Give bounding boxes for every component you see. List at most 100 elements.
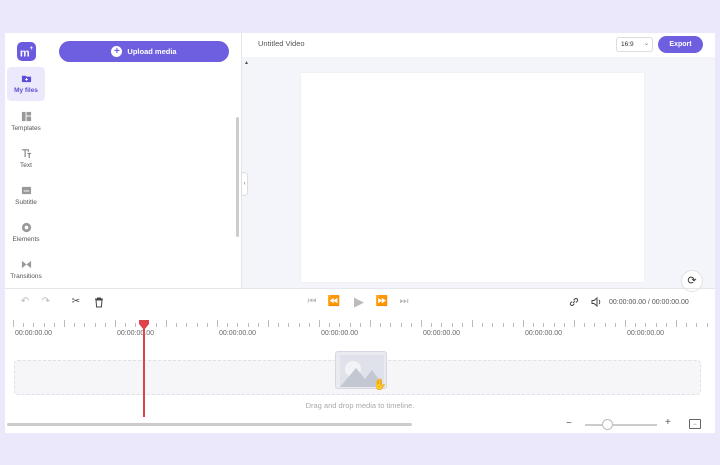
undo-icon[interactable]: ↶ <box>17 294 33 310</box>
ruler-tick <box>135 323 137 327</box>
video-title[interactable]: Untitled Video <box>258 39 305 48</box>
timeline-ruler[interactable] <box>13 320 713 328</box>
video-canvas[interactable] <box>301 73 644 282</box>
time-label: 00:00:00.00 <box>321 330 358 337</box>
export-button[interactable]: Export <box>658 36 703 53</box>
elements-icon <box>21 222 31 233</box>
ruler-tick <box>84 323 86 327</box>
rail-item-text[interactable]: Text <box>7 142 45 176</box>
grab-hand-icon: ✋ <box>373 379 387 391</box>
volume-icon[interactable] <box>588 294 604 310</box>
ruler-tick <box>584 323 586 327</box>
ruler-tick <box>676 320 677 327</box>
ruler-tick <box>33 323 35 327</box>
skip-start-icon[interactable]: ⏮ <box>304 294 320 310</box>
ruler-tick <box>370 320 371 327</box>
ruler-tick <box>390 323 392 327</box>
link-icon[interactable] <box>566 294 582 310</box>
ruler-tick <box>400 323 402 327</box>
app-logo[interactable]: m+ <box>17 42 36 61</box>
time-label: 00:00:00.00 <box>423 330 460 337</box>
ruler-tick <box>492 323 494 327</box>
ruler-tick <box>23 323 25 327</box>
ruler-tick <box>74 323 76 327</box>
zoom-out-button[interactable]: − <box>566 418 572 429</box>
rail-item-label: My files <box>14 87 38 94</box>
fit-timeline-icon[interactable]: ↔ <box>689 419 701 429</box>
ruler-tick <box>227 323 229 327</box>
collapse-panel-handle[interactable]: ‹ <box>241 172 248 196</box>
scissors-icon[interactable]: ✂ <box>68 294 84 310</box>
ruler-tick <box>206 323 208 327</box>
ruler-tick <box>53 323 55 327</box>
upload-media-button[interactable]: + Upload media <box>59 41 229 62</box>
ruler-tick <box>115 320 116 327</box>
zoom-in-button[interactable]: + <box>665 417 671 428</box>
text-icon <box>21 149 31 159</box>
ruler-tick <box>441 323 443 327</box>
ruler-tick <box>43 323 45 327</box>
ruler-tick <box>645 323 647 327</box>
rail-item-templates[interactable]: Templates <box>7 105 45 139</box>
ruler-tick <box>278 323 280 327</box>
aspect-ratio-select[interactable]: 16:9 ⌄ <box>616 37 653 52</box>
timeline-scrollbar[interactable] <box>7 423 412 426</box>
rewind-icon[interactable]: ⏪ <box>326 294 342 310</box>
ruler-tick <box>217 320 218 327</box>
ruler-tick <box>339 323 341 327</box>
media-panel: + Upload media <box>50 33 242 288</box>
ruler-tick <box>13 320 14 327</box>
rail-item-transitions[interactable]: Transitions <box>7 253 45 287</box>
aspect-ratio-value: 16:9 <box>621 41 634 48</box>
ruler-tick <box>298 323 300 327</box>
fast-forward-icon[interactable]: ⏩ <box>374 294 390 310</box>
templates-icon <box>21 111 31 122</box>
rail-item-label: Templates <box>11 125 41 132</box>
ruler-tick <box>696 323 698 327</box>
ruler-tick <box>410 323 412 327</box>
rail-item-label: Subtitle <box>15 199 37 206</box>
ruler-tick <box>257 323 259 327</box>
chevron-down-icon: ⌄ <box>643 41 649 47</box>
drop-hint: Drag and drop media to timeline. <box>305 401 415 410</box>
time-readout: 00:00:00.00 / 00:00:00.00 <box>609 299 689 306</box>
rail-item-label: Text <box>20 162 32 169</box>
pin-icon: ▴ <box>245 60 249 66</box>
rail-item-subtitle[interactable]: Subtitle <box>7 179 45 213</box>
editor-app: m+ My files Templates Text Subtitle Elem… <box>5 33 715 433</box>
panel-scrollbar[interactable] <box>236 117 239 237</box>
subtitle-icon <box>21 186 31 195</box>
ruler-tick <box>655 323 657 327</box>
ruler-tick <box>359 323 361 327</box>
ruler-tick <box>706 323 708 327</box>
time-label: 00:00:00.00 <box>219 330 256 337</box>
ruler-tick <box>574 320 575 327</box>
play-icon[interactable]: ▶ <box>351 294 367 310</box>
playhead-line <box>143 327 145 417</box>
ruler-tick <box>104 323 106 327</box>
rail-item-my-files[interactable]: My files <box>7 67 45 101</box>
upload-media-label: Upload media <box>127 47 177 56</box>
ruler-tick <box>176 323 178 327</box>
zoom-slider-thumb[interactable] <box>601 419 613 430</box>
playback-controls: ↶ ↷ ✂ ⏮ ⏪ ▶ ⏩ ⏭ 00:00:00.00 / 00:00:00.0… <box>5 289 715 317</box>
ruler-tick <box>166 320 167 327</box>
rail-item-label: Elements <box>12 236 40 243</box>
time-label: 00:00:00.00 <box>627 330 664 337</box>
ruler-tick <box>125 323 127 327</box>
ruler-tick <box>64 320 65 327</box>
zoom-slider-track[interactable] <box>585 424 657 426</box>
ruler-tick <box>523 320 524 327</box>
ruler-tick <box>186 323 188 327</box>
ruler-tick <box>288 323 290 327</box>
redo-icon[interactable]: ↷ <box>38 294 54 310</box>
ruler-tick <box>247 323 249 327</box>
ruler-tick <box>543 323 545 327</box>
skip-end-icon[interactable]: ⏭ <box>396 294 412 310</box>
ruler-tick <box>349 323 351 327</box>
ruler-tick <box>196 323 198 327</box>
folder-plus-icon <box>21 75 31 83</box>
trash-icon[interactable] <box>91 294 107 310</box>
rail-item-elements[interactable]: Elements <box>7 216 45 250</box>
ruler-tick <box>502 323 504 327</box>
